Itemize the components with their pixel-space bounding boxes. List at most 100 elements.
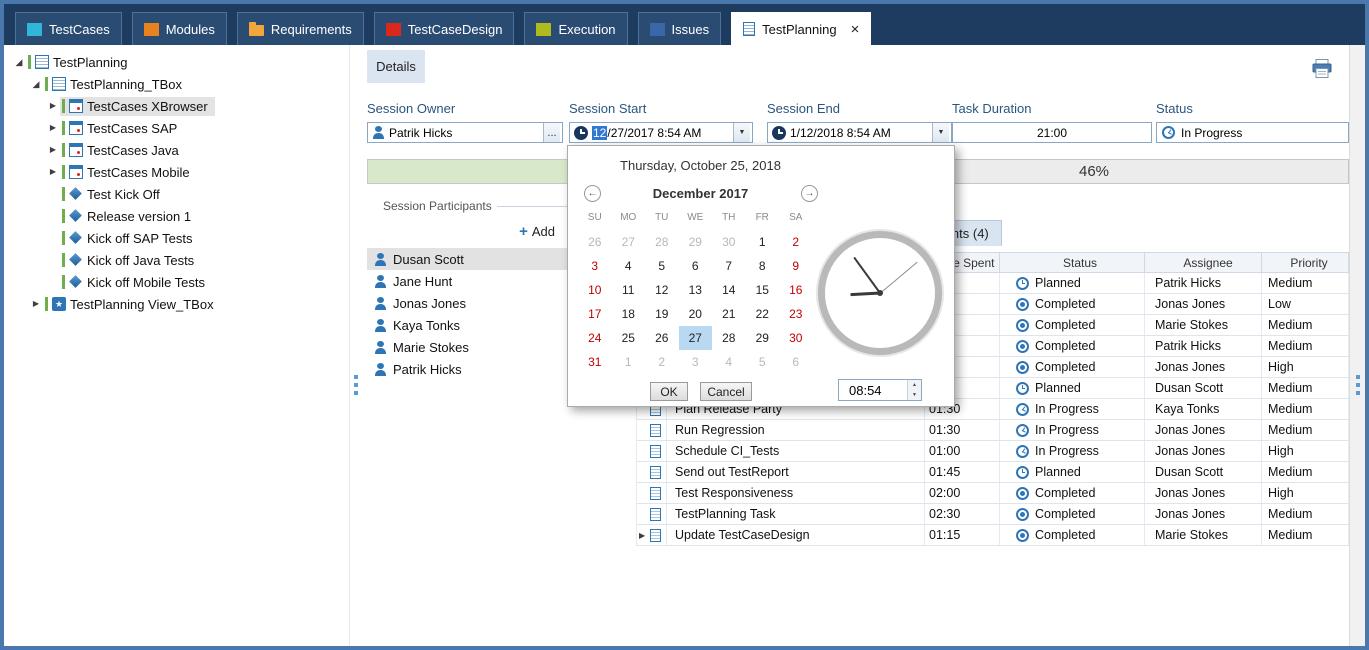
spinner-down-icon[interactable] <box>908 390 921 400</box>
task-row[interactable]: TestPlanning Task 02:30 Completed Jonas … <box>636 504 1349 525</box>
dropdown-button[interactable] <box>932 123 949 142</box>
tree-item[interactable]: Release version 1 <box>4 205 349 227</box>
tree-item[interactable]: TestCases Mobile <box>4 161 349 183</box>
calendar-day[interactable]: 21 <box>712 302 746 326</box>
task-row[interactable]: Test Responsiveness 02:00 Completed Jona… <box>636 483 1349 504</box>
calendar-day[interactable]: 3 <box>679 350 713 374</box>
ok-button[interactable]: OK <box>650 382 688 401</box>
calendar-day[interactable]: 27 <box>612 230 646 254</box>
calendar-day[interactable]: 4 <box>612 254 646 278</box>
tree-splitter[interactable] <box>349 45 361 646</box>
cancel-button[interactable]: Cancel <box>700 382 752 401</box>
vertical-scrollbar[interactable] <box>1349 45 1365 646</box>
calendar-day[interactable]: 1 <box>612 350 646 374</box>
tree-item[interactable]: TestCases SAP <box>4 117 349 139</box>
tree-expander-icon[interactable] <box>29 293 43 315</box>
calendar-day[interactable]: 28 <box>645 230 679 254</box>
tree-expander-icon[interactable] <box>46 161 60 183</box>
calendar-day[interactable]: 31 <box>578 350 612 374</box>
tree-item[interactable]: Kick off SAP Tests <box>4 227 349 249</box>
calendar-day[interactable]: 25 <box>612 326 646 350</box>
calendar-day[interactable]: 1 <box>746 230 780 254</box>
calendar-day[interactable]: 6 <box>779 350 813 374</box>
tab-issues[interactable]: Issues × <box>638 12 722 45</box>
calendar-day[interactable]: 10 <box>578 278 612 302</box>
column-priority[interactable]: Priority <box>1262 253 1350 272</box>
tab-requirements[interactable]: Requirements × <box>237 12 364 45</box>
add-participant-button[interactable]: Add <box>519 224 555 239</box>
calendar-day[interactable]: 2 <box>645 350 679 374</box>
tab-testcasedesign[interactable]: TestCaseDesign × <box>374 12 515 45</box>
session-end-field[interactable]: 1/12/2018 8:54 AM <box>767 122 952 143</box>
calendar-day[interactable]: 24 <box>578 326 612 350</box>
calendar-day[interactable]: 5 <box>645 254 679 278</box>
calendar-day[interactable]: 8 <box>746 254 780 278</box>
calendar-day[interactable]: 27 <box>679 326 713 350</box>
calendar-day[interactable]: 30 <box>779 326 813 350</box>
print-button[interactable] <box>1309 57 1335 81</box>
calendar-day[interactable]: 20 <box>679 302 713 326</box>
tab-execution[interactable]: Execution × <box>524 12 627 45</box>
calendar-day[interactable]: 7 <box>712 254 746 278</box>
calendar-day[interactable]: 23 <box>779 302 813 326</box>
spinner-up-icon[interactable] <box>908 380 921 390</box>
calendar-day[interactable]: 17 <box>578 302 612 326</box>
calendar-day[interactable]: 29 <box>679 230 713 254</box>
next-month-icon[interactable]: → <box>801 185 818 202</box>
calendar-day[interactable]: 6 <box>679 254 713 278</box>
calendar-day[interactable]: 30 <box>712 230 746 254</box>
calendar-day[interactable]: 16 <box>779 278 813 302</box>
calendar-day[interactable]: 11 <box>612 278 646 302</box>
calendar-day[interactable]: 12 <box>645 278 679 302</box>
dropdown-button[interactable] <box>733 123 750 142</box>
tree-expander-icon[interactable] <box>46 139 60 161</box>
tree-item[interactable]: Kick off Mobile Tests <box>4 271 349 293</box>
tab-testcases[interactable]: TestCases × <box>15 12 122 45</box>
tree-expander-icon[interactable] <box>46 117 60 139</box>
tab-details[interactable]: Details <box>367 50 425 83</box>
session-start-field[interactable]: 12 /27/2017 8:54 AM <box>569 122 753 143</box>
task-duration-field[interactable]: 21:00 <box>952 122 1152 143</box>
column-assignee[interactable]: Assignee <box>1145 253 1262 272</box>
calendar-day[interactable]: 18 <box>612 302 646 326</box>
calendar-day[interactable]: 9 <box>779 254 813 278</box>
task-row[interactable]: Send out TestReport 01:45 Planned Dusan … <box>636 462 1349 483</box>
tree-item[interactable]: Kick off Java Tests <box>4 249 349 271</box>
tree-item[interactable]: TestPlanning_TBox <box>4 73 349 95</box>
calendar-day[interactable]: 14 <box>712 278 746 302</box>
tree-item[interactable]: TestCases XBrowser <box>4 95 349 117</box>
tree-item[interactable]: TestPlanning View_TBox <box>4 293 349 315</box>
tree-item[interactable]: TestCases Java <box>4 139 349 161</box>
tab-testplanning[interactable]: TestPlanning × <box>731 12 871 45</box>
tree-expander-icon[interactable] <box>29 73 43 96</box>
task-row[interactable]: Update TestCaseDesign 01:15 Completed Ma… <box>636 525 1349 546</box>
tree-item[interactable]: TestPlanning <box>4 51 349 73</box>
tree-expander-icon[interactable] <box>46 95 60 117</box>
tree-item[interactable]: Test Kick Off <box>4 183 349 205</box>
time-input[interactable]: 08:54 <box>838 379 922 401</box>
calendar-day[interactable]: 26 <box>578 230 612 254</box>
calendar-day[interactable]: 15 <box>746 278 780 302</box>
calendar-day[interactable]: 26 <box>645 326 679 350</box>
tab-close-icon[interactable]: × <box>851 22 860 37</box>
row-expander-icon[interactable] <box>639 531 648 540</box>
tab-modules[interactable]: Modules × <box>132 12 227 45</box>
calendar-day[interactable]: 22 <box>746 302 780 326</box>
calendar-day[interactable]: 5 <box>746 350 780 374</box>
calendar-day[interactable]: 13 <box>679 278 713 302</box>
calendar-month-label[interactable]: December 2017 <box>608 186 793 201</box>
session-owner-field[interactable]: Patrik Hicks ... <box>367 122 563 143</box>
calendar-day[interactable]: 4 <box>712 350 746 374</box>
calendar-day[interactable]: 28 <box>712 326 746 350</box>
browse-button[interactable]: ... <box>543 123 560 142</box>
status-field[interactable]: In Progress <box>1156 122 1349 143</box>
calendar-day[interactable]: 29 <box>746 326 780 350</box>
column-status[interactable]: Status <box>1000 253 1145 272</box>
task-row[interactable]: Run Regression 01:30 In Progress Jonas J… <box>636 420 1349 441</box>
tree-expander-icon[interactable] <box>12 51 26 74</box>
calendar-day[interactable]: 19 <box>645 302 679 326</box>
prev-month-icon[interactable]: ← <box>584 185 601 202</box>
calendar-day[interactable]: 2 <box>779 230 813 254</box>
task-row[interactable]: Schedule CI_Tests 01:00 In Progress Jona… <box>636 441 1349 462</box>
calendar-day[interactable]: 3 <box>578 254 612 278</box>
